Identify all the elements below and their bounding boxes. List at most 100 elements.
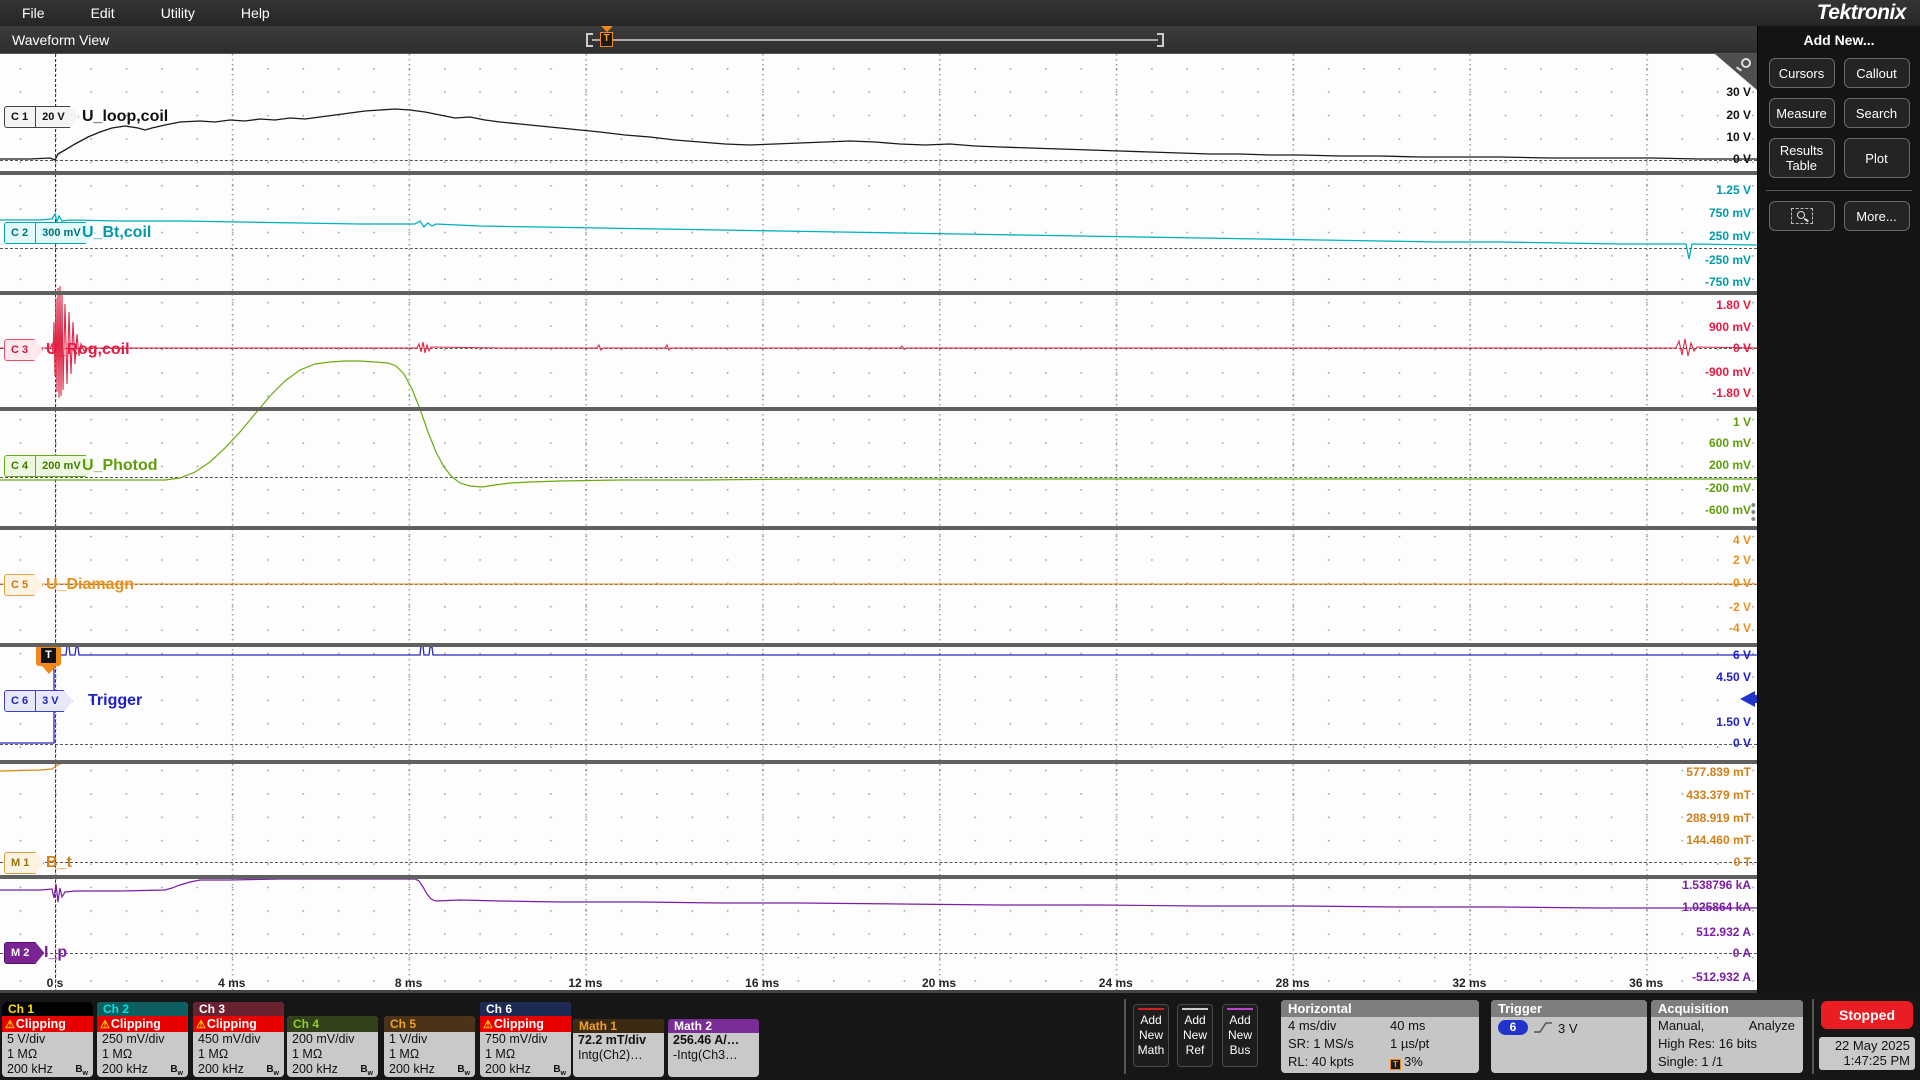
badge-id: C 1 [5,107,35,127]
settings-bar: Horizontal 4 ms/div40 msSR: 1 MS/s1 µs/p… [0,993,1920,1080]
trace-c4 [0,361,1757,487]
pan-bracket-right[interactable] [1157,33,1164,47]
channel-settings-ch2[interactable]: Ch 2⚠Clipping250 mV/div1 MΩ200 kHzBw [97,1002,188,1077]
bandwidth-limit-icon: Bw [266,1062,279,1077]
trigger-panel[interactable]: Trigger 6 3 V [1491,1000,1647,1073]
badge-id: C 6 [5,691,35,711]
time-tick-3: 12 ms [568,976,602,990]
accent-line [1227,1008,1253,1010]
measure-button[interactable]: Measure [1769,98,1835,128]
channel-settings-ch3[interactable]: Ch 3⚠Clipping450 mV/div1 MΩ200 kHzBw [193,1002,284,1077]
horizontal-title: Horizontal [1281,1000,1479,1017]
pan-trigger-position-icon[interactable]: T [600,32,613,47]
menu-item-help[interactable]: Help [231,5,280,21]
vdiv-value: 250 mV/div [97,1032,188,1047]
slice-divider-6 [0,875,1757,879]
trigger-level-value: 3 V [1558,1020,1578,1038]
trace-c3 [0,286,1757,398]
channel-label-b-t[interactable]: B_t [46,854,72,872]
add-new-bus-button[interactable]: AddNewBus [1222,1004,1258,1067]
clipping-warning: ⚠Clipping [97,1016,188,1032]
trigger-source-badge[interactable]: 6 [1498,1020,1528,1035]
badge-id: C 5 [5,575,42,595]
time-tick-1: 4 ms [218,976,245,990]
trigger-position-value: T3% [1390,1053,1423,1071]
trigger-marker-arrow-icon [42,666,56,674]
badge-id: M 2 [5,943,43,963]
tektronix-logo: Tektronix [1817,1,1906,25]
math-scale-value: 256.46 A/… [668,1033,759,1048]
scale-label-C2-1: 750 mV [1709,206,1751,220]
slice-divider-2 [0,407,1757,411]
add-new-math-button[interactable]: AddNewMath [1133,1004,1169,1067]
clipping-warning: ⚠Clipping [2,1016,93,1032]
plot-button[interactable]: Plot [1844,138,1910,178]
channel-label-trigger[interactable]: Trigger [88,692,142,710]
more-button[interactable]: More... [1844,201,1910,231]
window-value: 40 ms [1390,1017,1425,1035]
waveform-view-title: Waveform View [12,32,109,48]
slice-divider-3 [0,526,1757,530]
scale-label-C6-3: 1.50 V [1716,715,1751,729]
badge-id: C 4 [5,456,35,476]
trigger-marker-icon[interactable]: T [36,645,61,666]
search-button[interactable]: Search [1844,98,1910,128]
bandwidth-limit-icon: Bw [360,1062,373,1077]
menu-item-edit[interactable]: Edit [81,5,125,21]
math-settings-math2[interactable]: Math 2256.46 A/…-Intg(Ch3… [668,1019,759,1077]
add-new-ref-button[interactable]: AddNewRef [1177,1004,1213,1067]
magnifier-handle-icon [1736,66,1742,71]
channel-label-u-loop-coil[interactable]: U_loop,coil [82,108,168,126]
run-stop-button[interactable]: Stopped [1821,1001,1913,1029]
channel-settings-ch4[interactable]: Ch 4200 mV/div1 MΩ200 kHzBw [287,1016,378,1077]
vdiv-value: 450 mV/div [193,1032,284,1047]
channel-label-u-bt-coil[interactable]: U_Bt,coil [82,224,151,242]
waveform-view: Waveform View T T ••• 30 V20 V10 V0 VC 1… [0,26,1757,993]
math-spacer [573,1063,664,1077]
date-value: 22 May 2025 [1835,1038,1910,1053]
scale-label-C3-0: 1.80 V [1716,298,1751,312]
acquisition-panel[interactable]: Acquisition Manual, Analyze High Res: 16… [1651,1000,1803,1073]
channel-label-u-diamagn[interactable]: U_Diamagn [46,576,134,594]
callout-button[interactable]: Callout [1844,58,1910,88]
acq-single: Single: 1 /1 [1651,1053,1803,1071]
horizontal-panel[interactable]: Horizontal 4 ms/div40 msSR: 1 MS/s1 µs/p… [1281,1000,1479,1073]
pan-zoom-bar[interactable]: T [586,32,1164,48]
channel-badge-C6[interactable]: C 63 V [4,690,73,712]
warning-icon: ⚠ [100,1019,110,1031]
scale-label-C2-2: 250 mV [1709,229,1751,243]
results-table-button[interactable]: ResultsTable [1769,138,1835,178]
impedance-value: 1 MΩ [193,1047,284,1062]
channel-tab: Ch 3 [193,1002,284,1016]
trigger-level-arrow-icon[interactable] [1740,691,1755,707]
bottombar-separator-2 [1812,999,1814,1074]
channel-settings-ch5[interactable]: Ch 51 V/div1 MΩ200 kHzBw [384,1016,475,1077]
trace-m1 [0,763,1757,771]
scale-label-C4-2: 200 mV [1709,458,1751,472]
scale-label-C5-1: 2 V [1733,553,1751,567]
scale-label-M1-0: 577.839 mT [1686,765,1751,779]
channel-badge-C1[interactable]: C 120 V [4,106,79,128]
slice-divider-5 [0,760,1757,764]
scale-label-C5-3: -2 V [1729,600,1751,614]
channel-tab: Ch 4 [287,1016,378,1032]
trace-c6 [0,646,1757,743]
add-new-button-grid: Cursors Callout Measure Search ResultsTableP… [1758,58,1920,178]
graticule[interactable]: T ••• 30 V20 V10 V0 VC 120 VU_loop,coil1… [0,54,1757,993]
panel-resize-handle[interactable]: ••• [1751,502,1756,523]
math-settings-math1[interactable]: Math 172.2 mT/divIntg(Ch2)… [573,1019,664,1077]
scale-label-C4-3: -200 mV [1705,481,1751,495]
channel-label-i-p[interactable]: I_p [44,944,67,962]
horizontal-row-0: 4 ms/div40 ms [1281,1017,1479,1035]
channel-settings-ch6[interactable]: Ch 6⚠Clipping750 mV/div1 MΩ200 kHzBw [480,1002,571,1077]
badge-scale: 20 V [35,107,78,127]
cursors-button[interactable]: Cursors [1769,58,1835,88]
menu-item-file[interactable]: File [12,5,55,21]
menu-item-utility[interactable]: Utility [151,5,205,21]
channel-settings-ch1[interactable]: Ch 1⚠Clipping5 V/div1 MΩ200 kHzBw [2,1002,93,1077]
zoom-select-button[interactable] [1769,201,1835,231]
channel-label-u-photod[interactable]: U_Photod [82,457,158,475]
channel-label-u-rog-coil[interactable]: U_Rog,coil [46,341,130,359]
scale-label-C4-1: 600 mV [1709,436,1751,450]
clipping-warning: ⚠Clipping [193,1016,284,1032]
